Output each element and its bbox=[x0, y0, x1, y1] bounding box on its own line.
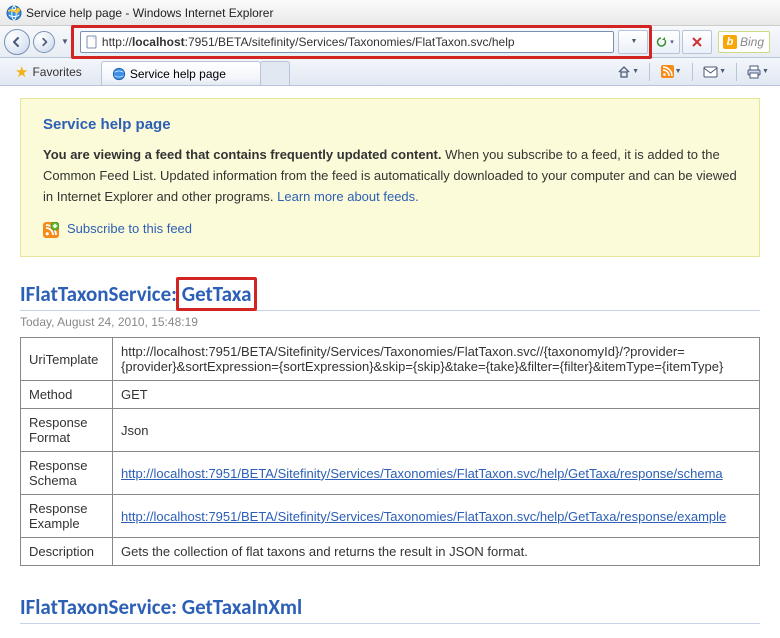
cell-val: Gets the collection of flat taxons and r… bbox=[113, 538, 760, 566]
url-path: :7951/BETA/sitefinity/Services/Taxonomie… bbox=[185, 35, 515, 49]
feed-info-box: Service help page You are viewing a feed… bbox=[20, 98, 760, 257]
window-title: Service help page - Windows Internet Exp… bbox=[26, 6, 273, 20]
page-icon bbox=[85, 35, 99, 49]
table-row: Response Example http://localhost:7951/B… bbox=[21, 495, 760, 538]
subscribe-link[interactable]: Subscribe to this feed bbox=[67, 219, 192, 240]
cell-key: Response Format bbox=[21, 409, 113, 452]
favorites-button[interactable]: ★ Favorites bbox=[6, 60, 91, 84]
table-row: Description Gets the collection of flat … bbox=[21, 538, 760, 566]
tab-page-icon bbox=[112, 67, 126, 81]
service-method: GetTaxa bbox=[182, 281, 252, 307]
refresh-button[interactable]: ▾ bbox=[650, 30, 680, 54]
print-button[interactable]: ▼ bbox=[742, 60, 774, 84]
stop-button[interactable] bbox=[682, 30, 712, 54]
nav-arrows: ▼ bbox=[4, 29, 72, 55]
feed-body: You are viewing a feed that contains fre… bbox=[43, 145, 737, 207]
service-method: GetTaxaInXml bbox=[182, 594, 302, 620]
cell-val: Json bbox=[113, 409, 760, 452]
cell-key: Method bbox=[21, 381, 113, 409]
ie-globe-icon bbox=[6, 5, 22, 21]
tab-title: Service help page bbox=[130, 67, 226, 81]
favorites-label: Favorites bbox=[32, 65, 81, 79]
addr-dropdown-button[interactable]: ▼ bbox=[618, 30, 648, 54]
cell-val: http://localhost:7951/BETA/Sitefinity/Se… bbox=[113, 338, 760, 381]
tab-current[interactable]: Service help page bbox=[101, 61, 261, 85]
command-bar: ▼ ▼ ▼ ▼ bbox=[612, 60, 774, 84]
cell-key: Response Schema bbox=[21, 452, 113, 495]
address-bar[interactable]: http://localhost:7951/BETA/sitefinity/Se… bbox=[80, 31, 614, 53]
window-title-bar: Service help page - Windows Internet Exp… bbox=[0, 0, 780, 26]
service-name: IFlatTaxonService bbox=[20, 594, 171, 620]
mail-button[interactable]: ▼ bbox=[698, 60, 731, 84]
back-button[interactable] bbox=[4, 29, 30, 55]
table-row: Response Format Json bbox=[21, 409, 760, 452]
example-link[interactable]: http://localhost:7951/BETA/Sitefinity/Se… bbox=[121, 509, 726, 524]
cell-val: GET bbox=[113, 381, 760, 409]
cell-key: Description bbox=[21, 538, 113, 566]
feed-lead: You are viewing a feed that contains fre… bbox=[43, 147, 441, 162]
separator bbox=[736, 63, 737, 81]
timestamp: Today, August 24, 2010, 15:48:19 bbox=[20, 315, 760, 329]
bing-icon: b bbox=[723, 35, 737, 49]
cell-val: http://localhost:7951/BETA/Sitefinity/Se… bbox=[113, 452, 760, 495]
url-scheme: http:// bbox=[102, 35, 132, 49]
service-name: IFlatTaxonService bbox=[20, 281, 171, 307]
separator bbox=[649, 63, 650, 81]
address-text: http://localhost:7951/BETA/sitefinity/Se… bbox=[102, 35, 609, 49]
subscribe-icon bbox=[43, 222, 59, 238]
address-side-controls: ▼ ▾ bbox=[618, 30, 712, 54]
feed-heading: Service help page bbox=[43, 113, 737, 137]
search-box[interactable]: b Bing bbox=[718, 31, 770, 53]
separator bbox=[692, 63, 693, 81]
cell-key: UriTemplate bbox=[21, 338, 113, 381]
table-row: Response Schema http://localhost:7951/BE… bbox=[21, 452, 760, 495]
tabs-area: Service help page bbox=[101, 58, 612, 85]
nav-history-dropdown[interactable]: ▼ bbox=[61, 37, 69, 46]
cell-val: http://localhost:7951/BETA/Sitefinity/Se… bbox=[113, 495, 760, 538]
feeds-button[interactable]: ▼ bbox=[655, 60, 687, 84]
forward-button[interactable] bbox=[33, 31, 55, 53]
service-heading-gettaxa: IFlatTaxonService: GetTaxa bbox=[20, 281, 760, 311]
address-bar-wrap: http://localhost:7951/BETA/sitefinity/Se… bbox=[80, 30, 770, 54]
table-row: UriTemplate http://localhost:7951/BETA/S… bbox=[21, 338, 760, 381]
service-method-wrap: GetTaxa bbox=[182, 281, 252, 307]
details-table: UriTemplate http://localhost:7951/BETA/S… bbox=[20, 337, 760, 566]
cell-key: Response Example bbox=[21, 495, 113, 538]
search-placeholder: Bing bbox=[740, 35, 764, 49]
tab-new[interactable] bbox=[260, 61, 290, 85]
star-icon: ★ bbox=[15, 63, 28, 81]
learn-more-link[interactable]: Learn more about feeds. bbox=[277, 189, 419, 204]
table-row: Method GET bbox=[21, 381, 760, 409]
subscribe-row: Subscribe to this feed bbox=[43, 219, 737, 240]
url-host: localhost bbox=[132, 35, 185, 49]
favorites-bar: ★ Favorites Service help page ▼ ▼ ▼ bbox=[0, 58, 780, 86]
page-content: Service help page You are viewing a feed… bbox=[0, 86, 780, 638]
nav-bar: ▼ http://localhost:7951/BETA/sitefinity/… bbox=[0, 26, 780, 58]
schema-link[interactable]: http://localhost:7951/BETA/Sitefinity/Se… bbox=[121, 466, 723, 481]
home-button[interactable]: ▼ bbox=[612, 60, 644, 84]
service-heading-gettaxainxml: IFlatTaxonService: GetTaxaInXml bbox=[20, 594, 760, 624]
